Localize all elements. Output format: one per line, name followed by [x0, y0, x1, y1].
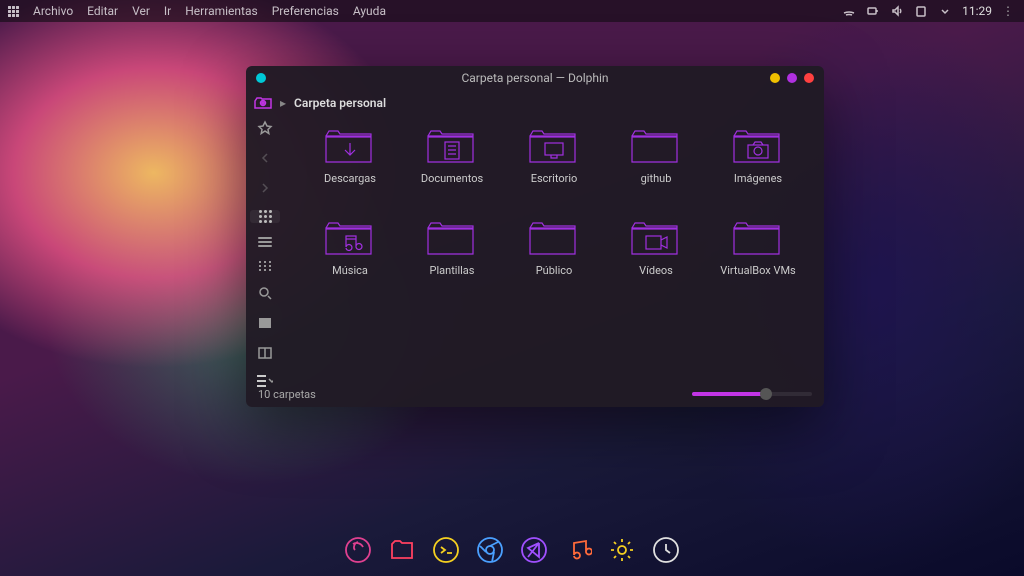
folder-label: Música — [332, 264, 368, 277]
folder-label: github — [641, 172, 672, 185]
dock-files-icon[interactable] — [386, 534, 418, 566]
window-close-button[interactable] — [804, 73, 814, 83]
sidebar-icons-view-icon[interactable] — [250, 210, 280, 223]
folder-item[interactable]: Escritorio — [506, 122, 602, 210]
global-menubar: Archivo Editar Ver Ir Herramientas Prefe… — [0, 0, 1024, 22]
window-maximize-button[interactable] — [787, 73, 797, 83]
folder-item[interactable]: Música — [302, 214, 398, 302]
breadcrumb-root[interactable]: Carpeta personal — [294, 96, 386, 110]
volume-icon[interactable] — [890, 4, 904, 18]
menu-herramientas[interactable]: Herramientas — [185, 4, 257, 18]
folder-grid: Descargas Documentos Escritorio github Imáge… — [284, 116, 824, 381]
sidebar-compact-view-icon[interactable] — [257, 237, 273, 247]
folder-label: Descargas — [324, 172, 376, 185]
folder-item[interactable]: Documentos — [404, 122, 500, 210]
home-folder-icon — [254, 96, 272, 110]
clipboard-icon[interactable] — [914, 4, 928, 18]
menu-ir[interactable]: Ir — [164, 4, 171, 18]
dock-chrome-icon[interactable] — [474, 534, 506, 566]
folder-icon — [629, 218, 683, 258]
dock-music-icon[interactable] — [562, 534, 594, 566]
folder-label: Plantillas — [430, 264, 475, 277]
wifi-icon[interactable] — [842, 4, 856, 18]
folder-item[interactable]: Imágenes — [710, 122, 806, 210]
sidebar-search-icon[interactable] — [257, 285, 273, 301]
menu-ayuda[interactable]: Ayuda — [353, 4, 386, 18]
tray-more-icon[interactable]: ⋮ — [1002, 4, 1016, 18]
folder-label: Escritorio — [531, 172, 578, 185]
menu-preferencias[interactable]: Preferencias — [272, 4, 339, 18]
sidebar-split-icon[interactable] — [257, 345, 273, 361]
system-tray: 11:29 ⋮ — [842, 4, 1016, 18]
menu-editar[interactable]: Editar — [87, 4, 118, 18]
window-minimize-button[interactable] — [770, 73, 780, 83]
window-title: Carpeta personal — Dolphin — [246, 71, 824, 85]
dolphin-window: Carpeta personal — Dolphin ▸ Carpeta per… — [246, 66, 824, 407]
apps-launcher-icon[interactable] — [8, 6, 19, 17]
battery-icon[interactable] — [866, 4, 880, 18]
folder-item[interactable]: Plantillas — [404, 214, 500, 302]
statusbar: 10 carpetas — [246, 381, 824, 407]
sidebar-details-view-icon[interactable] — [257, 261, 273, 271]
breadcrumb-separator: ▸ — [280, 96, 286, 110]
folder-label: Vídeos — [639, 264, 673, 277]
folder-label: Público — [536, 264, 573, 277]
folder-icon — [731, 126, 785, 166]
chevron-down-icon[interactable] — [938, 4, 952, 18]
folder-item[interactable]: github — [608, 122, 704, 210]
folder-icon — [629, 126, 683, 166]
zoom-slider[interactable] — [692, 392, 812, 396]
folder-item[interactable]: Público — [506, 214, 602, 302]
dock — [332, 530, 692, 570]
menu-ver[interactable]: Ver — [132, 4, 150, 18]
breadcrumb[interactable]: ▸ Carpeta personal — [246, 90, 824, 116]
dock-firefox-icon[interactable] — [342, 534, 374, 566]
menu-archivo[interactable]: Archivo — [33, 4, 73, 18]
sidebar-back-icon[interactable] — [257, 150, 273, 166]
folder-label: Imágenes — [734, 172, 782, 185]
folder-icon — [731, 218, 785, 258]
sidebar-preview-icon[interactable] — [257, 315, 273, 331]
folder-label: Documentos — [421, 172, 483, 185]
folder-icon — [425, 126, 479, 166]
status-text: 10 carpetas — [258, 388, 316, 401]
clock-label[interactable]: 11:29 — [962, 4, 992, 18]
sidebar-forward-icon[interactable] — [257, 180, 273, 196]
dock-terminal-icon[interactable] — [430, 534, 462, 566]
folder-icon — [527, 126, 581, 166]
dock-clock-icon[interactable] — [650, 534, 682, 566]
sidebar-favorites-icon[interactable] — [257, 120, 273, 136]
folder-label: VirtualBox VMs — [720, 264, 795, 277]
dock-settings-icon[interactable] — [606, 534, 638, 566]
dolphin-sidebar — [246, 116, 284, 381]
window-indicator-dot — [256, 73, 266, 83]
folder-item[interactable]: Descargas — [302, 122, 398, 210]
folder-icon — [323, 218, 377, 258]
folder-icon — [323, 126, 377, 166]
window-titlebar[interactable]: Carpeta personal — Dolphin — [246, 66, 824, 90]
dock-vscode-icon[interactable] — [518, 534, 550, 566]
folder-icon — [425, 218, 479, 258]
folder-item[interactable]: VirtualBox VMs — [710, 214, 806, 302]
folder-item[interactable]: Vídeos — [608, 214, 704, 302]
folder-icon — [527, 218, 581, 258]
